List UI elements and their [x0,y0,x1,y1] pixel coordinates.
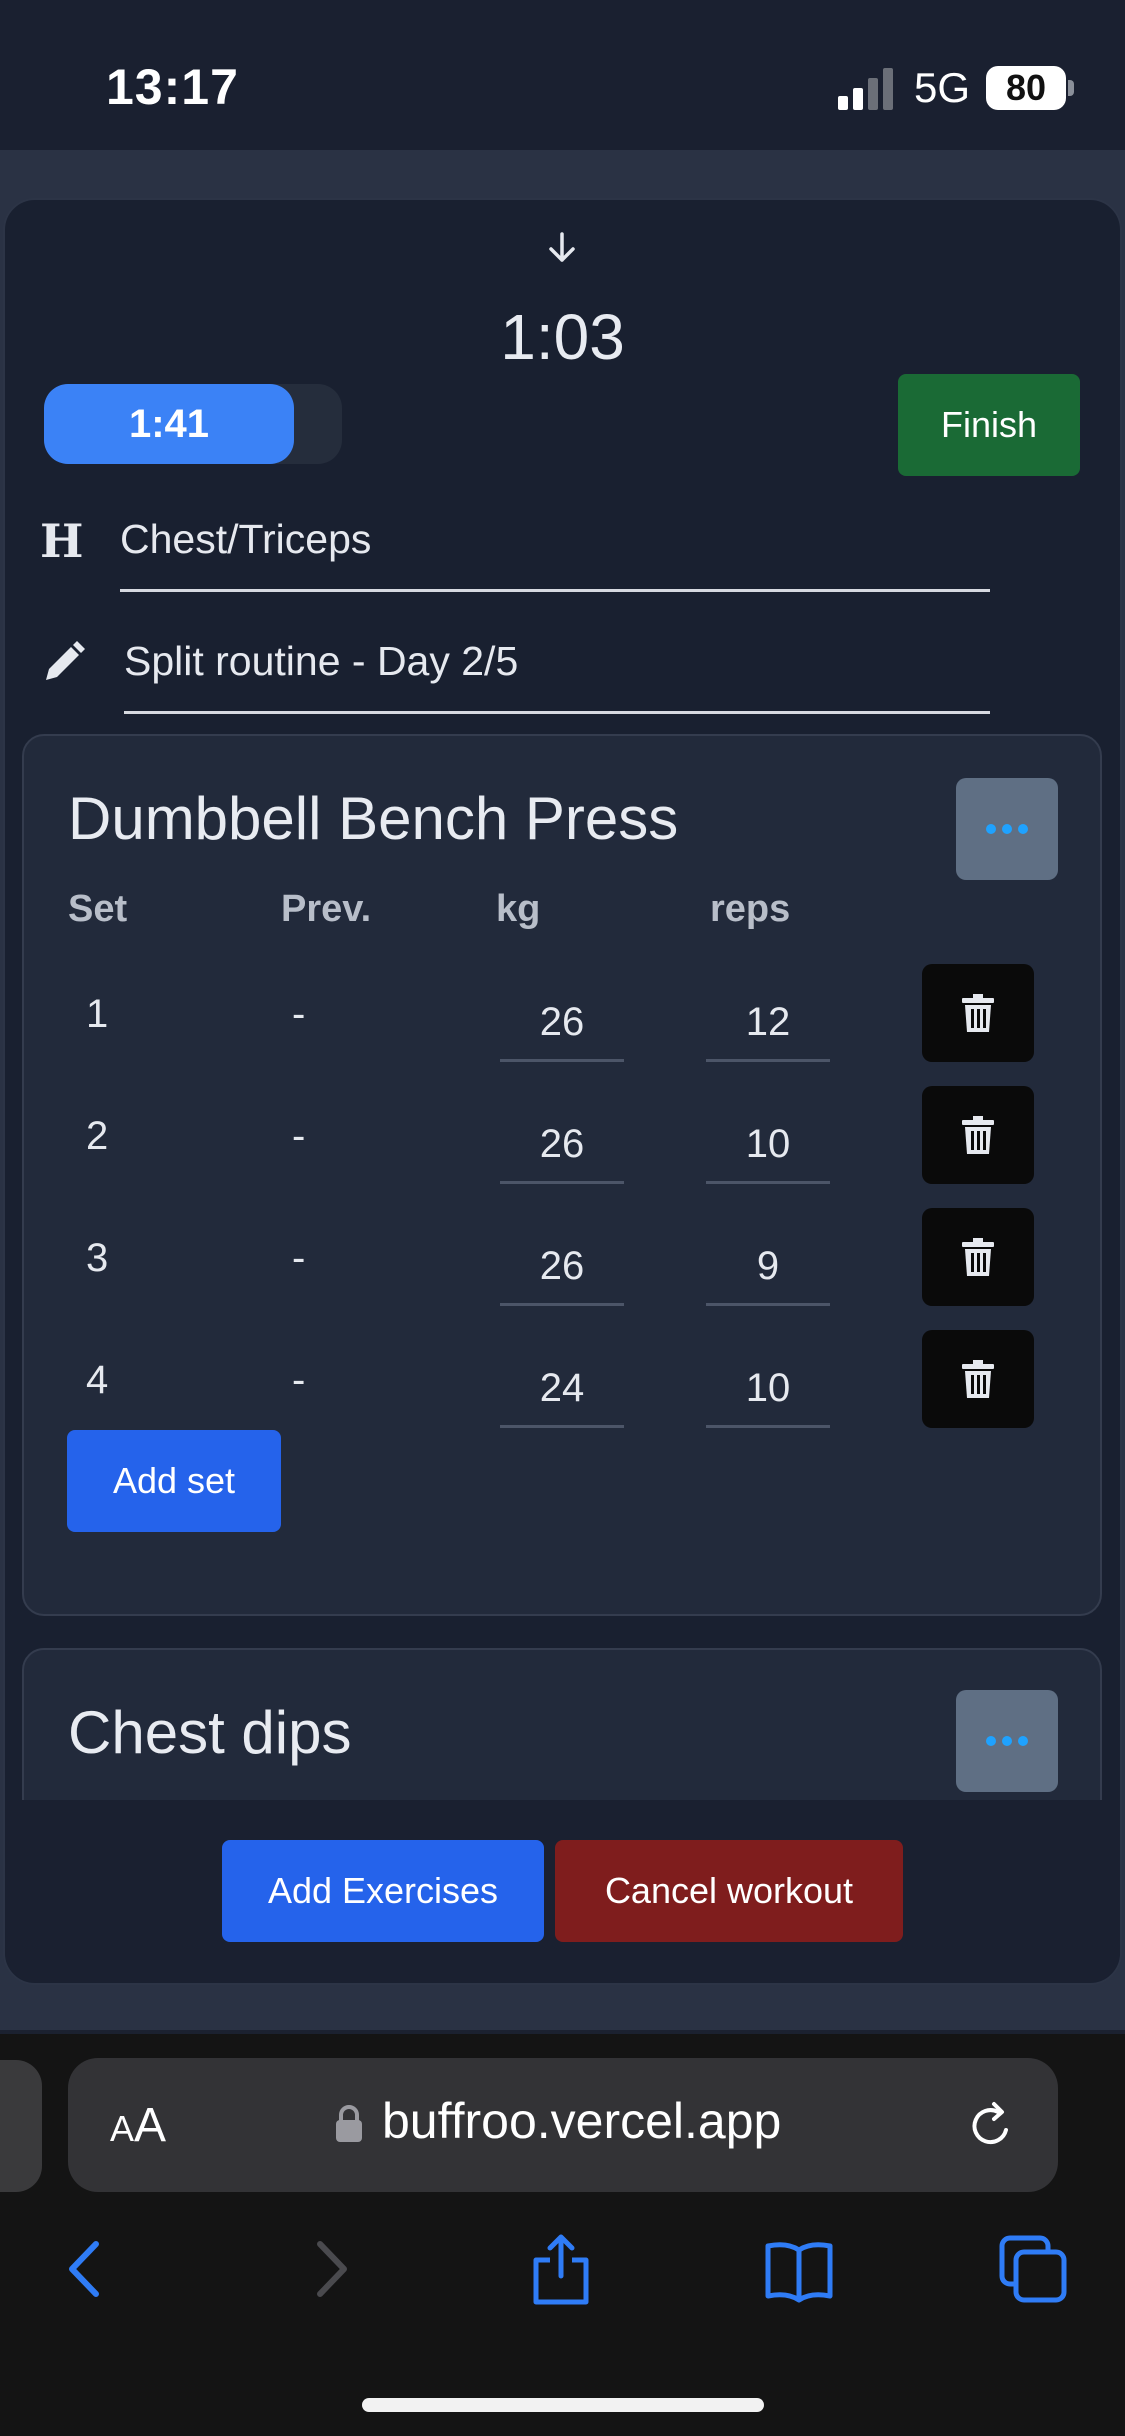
previous-value: - [292,992,306,1036]
set-number: 1 [86,992,109,1036]
home-indicator[interactable] [362,2398,764,2412]
weight-input[interactable]: 26 [500,990,624,1062]
column-header-reps: reps [710,888,791,930]
trash-icon [962,1360,994,1398]
delete-set-button[interactable] [922,1086,1034,1184]
weight-input[interactable]: 24 [500,1356,624,1428]
pencil-icon [46,641,85,680]
workout-elapsed-time: 1:03 [500,301,625,373]
delete-set-button[interactable] [922,964,1034,1062]
set-number: 2 [86,1114,109,1158]
reps-input[interactable]: 12 [706,990,830,1062]
reps-input[interactable]: 10 [706,1356,830,1428]
battery-level: 80 [986,66,1066,110]
signal-icon [838,68,893,110]
delete-set-button[interactable] [922,1330,1034,1428]
url-text[interactable]: buffroo.vercel.app [382,2092,781,2150]
cancel-workout-button[interactable]: Cancel workout [555,1840,903,1942]
set-number: 4 [86,1358,109,1402]
battery-tip [1068,80,1074,96]
more-dots-icon [986,824,996,834]
down-arrow-icon[interactable] [544,230,580,266]
status-time: 13:17 [106,59,239,115]
add-set-button[interactable]: Add set [67,1430,281,1532]
forward-icon[interactable] [292,2232,366,2306]
exercise-menu-button[interactable] [956,1690,1058,1792]
delete-set-button[interactable] [922,1208,1034,1306]
network-type: 5G [914,64,971,111]
text-size-button[interactable]: AA [110,2098,166,2153]
previous-value: - [292,1358,306,1402]
trash-icon [962,1116,994,1154]
rest-timer[interactable]: 1:41 [44,384,294,464]
workout-note-input[interactable]: Split routine - Day 2/5 [124,634,990,714]
add-exercises-button[interactable]: Add Exercises [222,1840,544,1942]
exercise-title: Chest dips [68,1699,352,1766]
bookmarks-icon[interactable] [762,2232,836,2306]
column-header-kg: kg [496,888,541,930]
column-header-set: Set [68,888,128,930]
share-icon[interactable] [524,2232,598,2306]
previous-tab-peek[interactable] [0,2060,42,2192]
column-header-prev: Prev. [281,888,372,930]
reps-input[interactable]: 10 [706,1112,830,1184]
reload-icon[interactable] [966,2100,1018,2152]
reps-input[interactable]: 9 [706,1234,830,1306]
exercise-title: Dumbbell Bench Press [68,785,679,852]
previous-value: - [292,1114,306,1158]
lock-icon [336,2105,362,2142]
set-number: 3 [86,1236,109,1280]
trash-icon [962,1238,994,1276]
trash-icon [962,994,994,1032]
tabs-icon[interactable] [996,2232,1070,2306]
weight-input[interactable]: 26 [500,1112,624,1184]
heading-icon: H [40,514,84,568]
workout-title-input[interactable]: Chest/Triceps [120,512,990,592]
back-icon[interactable] [50,2232,124,2306]
finish-button[interactable]: Finish [898,374,1080,476]
previous-value: - [292,1236,306,1280]
exercise-menu-button[interactable] [956,778,1058,880]
more-dots-icon [986,1736,996,1746]
weight-input[interactable]: 26 [500,1234,624,1306]
